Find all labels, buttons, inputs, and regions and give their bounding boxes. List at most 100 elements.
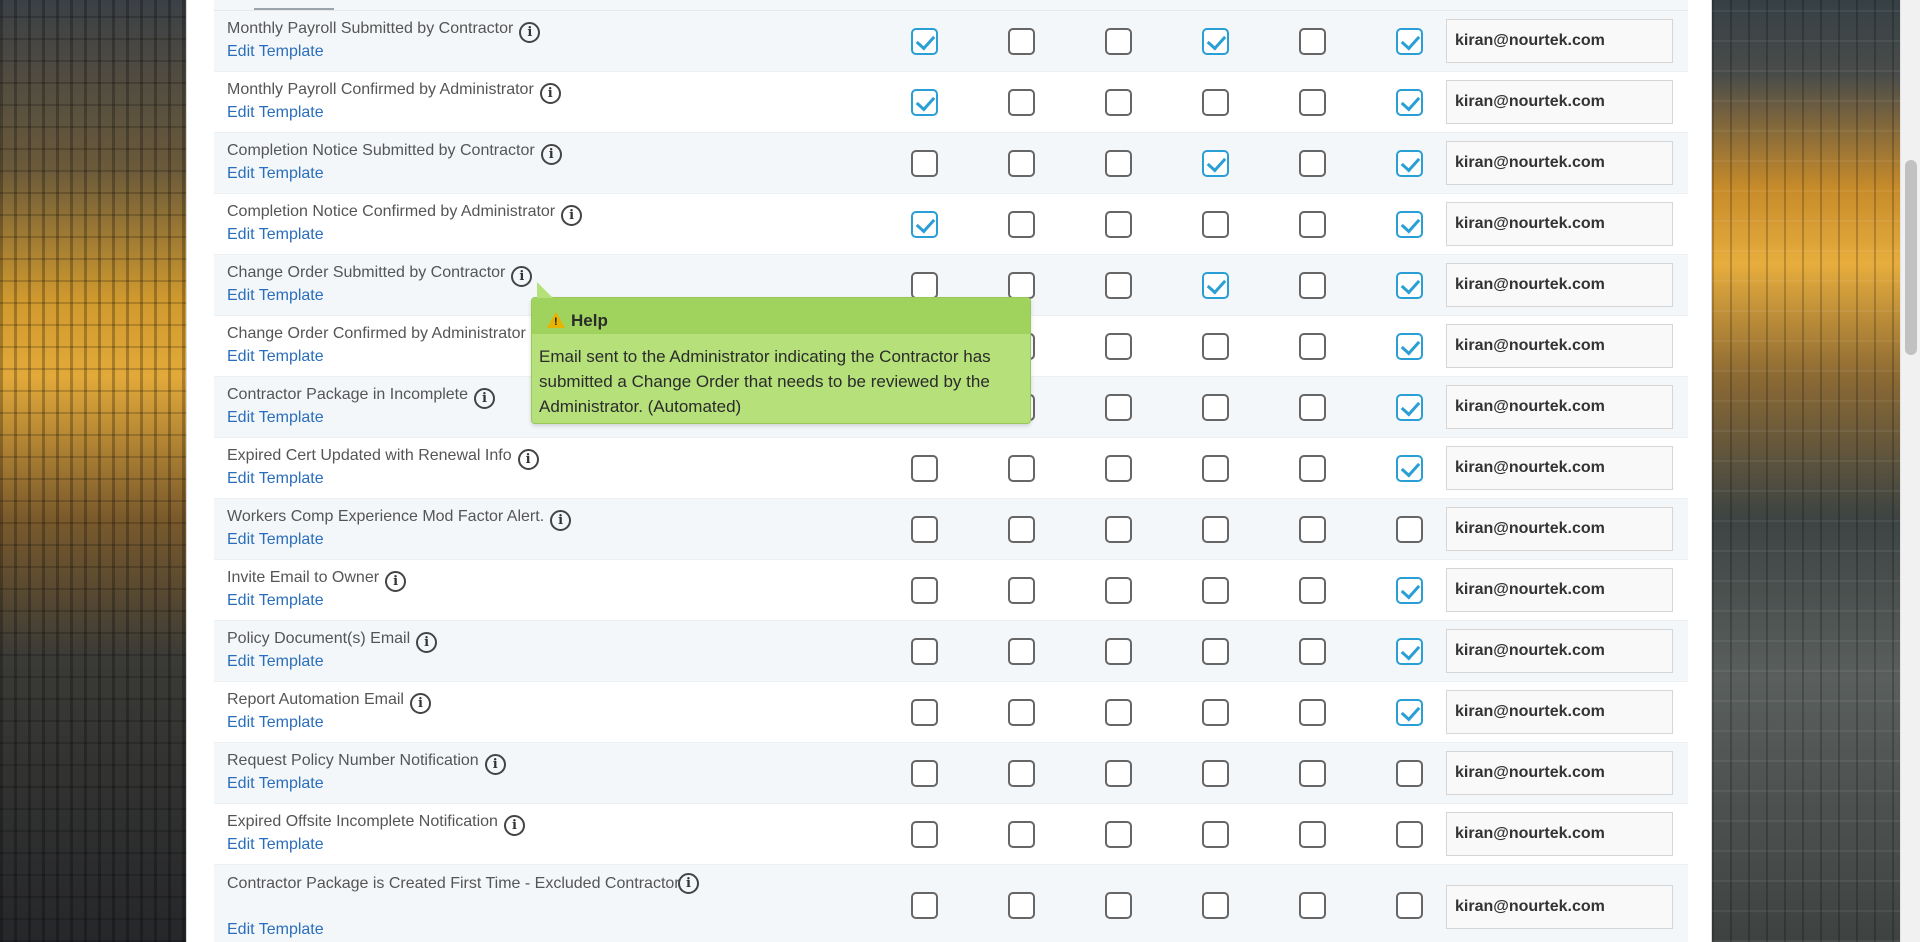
recipient-email-field[interactable]: kiran@nourtek.com — [1446, 812, 1673, 856]
notification-checkbox-4[interactable] — [1202, 394, 1229, 421]
notification-checkbox-2[interactable] — [1008, 89, 1035, 116]
recipient-email-field[interactable]: kiran@nourtek.com — [1446, 690, 1673, 734]
notification-checkbox-6[interactable] — [1396, 821, 1423, 848]
page-scrollbar[interactable] — [1900, 0, 1920, 942]
notification-checkbox-4[interactable] — [1202, 455, 1229, 482]
notification-checkbox-5[interactable] — [1299, 89, 1326, 116]
info-icon[interactable]: i — [385, 571, 407, 592]
recipient-email-field[interactable]: kiran@nourtek.com — [1446, 629, 1673, 673]
edit-template-link[interactable]: Edit Template — [227, 592, 324, 610]
notification-checkbox-1[interactable] — [911, 577, 938, 604]
info-icon[interactable]: i — [517, 449, 539, 470]
notification-checkbox-3[interactable] — [1105, 577, 1132, 604]
notification-checkbox-5[interactable] — [1299, 760, 1326, 787]
recipient-email-field[interactable]: kiran@nourtek.com — [1446, 751, 1673, 795]
notification-checkbox-3[interactable] — [1105, 638, 1132, 665]
notification-checkbox-5[interactable] — [1299, 638, 1326, 665]
notification-checkbox-1[interactable] — [911, 760, 938, 787]
notification-checkbox-4[interactable] — [1202, 892, 1229, 919]
edit-template-link[interactable]: Edit Template — [227, 921, 324, 939]
edit-template-link[interactable]: Edit Template — [227, 470, 324, 488]
edit-template-link[interactable]: Edit Template — [227, 409, 324, 427]
notification-checkbox-2[interactable] — [1008, 150, 1035, 177]
notification-checkbox-5[interactable] — [1299, 150, 1326, 177]
notification-checkbox-3[interactable] — [1105, 455, 1132, 482]
notification-checkbox-5[interactable] — [1299, 333, 1326, 360]
notification-checkbox-6[interactable] — [1396, 892, 1423, 919]
info-icon[interactable]: i — [519, 22, 541, 43]
notification-checkbox-3[interactable] — [1105, 272, 1132, 299]
recipient-email-field[interactable]: kiran@nourtek.com — [1446, 324, 1673, 368]
notification-checkbox-5[interactable] — [1299, 394, 1326, 421]
info-icon[interactable]: i — [409, 693, 431, 714]
edit-template-link[interactable]: Edit Template — [227, 287, 324, 305]
notification-checkbox-6[interactable] — [1396, 272, 1423, 299]
notification-checkbox-4[interactable] — [1202, 699, 1229, 726]
scrollbar-thumb[interactable] — [1905, 160, 1917, 355]
notification-checkbox-3[interactable] — [1105, 150, 1132, 177]
notification-checkbox-4[interactable] — [1202, 89, 1229, 116]
recipient-email-field[interactable]: kiran@nourtek.com — [1446, 141, 1673, 185]
notification-checkbox-6[interactable] — [1396, 455, 1423, 482]
info-icon[interactable]: i — [539, 83, 561, 104]
notification-checkbox-3[interactable] — [1105, 760, 1132, 787]
notification-checkbox-1[interactable] — [911, 455, 938, 482]
notification-checkbox-1[interactable] — [911, 638, 938, 665]
edit-template-link[interactable]: Edit Template — [227, 775, 324, 793]
notification-checkbox-5[interactable] — [1299, 892, 1326, 919]
edit-template-link[interactable]: Edit Template — [227, 226, 324, 244]
notification-checkbox-2[interactable] — [1008, 760, 1035, 787]
notification-checkbox-4[interactable] — [1202, 516, 1229, 543]
notification-checkbox-3[interactable] — [1105, 892, 1132, 919]
notification-checkbox-3[interactable] — [1105, 699, 1132, 726]
notification-checkbox-6[interactable] — [1396, 28, 1423, 55]
notification-checkbox-2[interactable] — [1008, 272, 1035, 299]
notification-checkbox-6[interactable] — [1396, 516, 1423, 543]
notification-checkbox-4[interactable] — [1202, 821, 1229, 848]
notification-checkbox-1[interactable] — [911, 150, 938, 177]
info-icon[interactable]: i — [550, 510, 572, 531]
notification-checkbox-5[interactable] — [1299, 821, 1326, 848]
info-icon[interactable]: i — [511, 266, 533, 287]
edit-template-link[interactable]: Edit Template — [227, 714, 324, 732]
notification-checkbox-3[interactable] — [1105, 28, 1132, 55]
info-icon[interactable]: i — [503, 815, 525, 836]
info-icon[interactable]: i — [561, 205, 583, 226]
edit-template-link[interactable]: Edit Template — [227, 165, 324, 183]
recipient-email-field[interactable]: kiran@nourtek.com — [1446, 507, 1673, 551]
notification-checkbox-5[interactable] — [1299, 211, 1326, 238]
notification-checkbox-1[interactable] — [911, 89, 938, 116]
notification-checkbox-6[interactable] — [1396, 89, 1423, 116]
notification-checkbox-6[interactable] — [1396, 394, 1423, 421]
notification-checkbox-2[interactable] — [1008, 455, 1035, 482]
notification-checkbox-3[interactable] — [1105, 516, 1132, 543]
notification-checkbox-4[interactable] — [1202, 211, 1229, 238]
notification-checkbox-4[interactable] — [1202, 272, 1229, 299]
edit-template-link[interactable]: Edit Template — [227, 348, 324, 366]
recipient-email-field[interactable]: kiran@nourtek.com — [1446, 19, 1673, 63]
info-icon[interactable]: i — [474, 388, 496, 409]
notification-checkbox-2[interactable] — [1008, 699, 1035, 726]
edit-template-link[interactable]: Edit Template — [227, 836, 324, 854]
notification-checkbox-2[interactable] — [1008, 577, 1035, 604]
notification-checkbox-5[interactable] — [1299, 28, 1326, 55]
notification-checkbox-5[interactable] — [1299, 516, 1326, 543]
notification-checkbox-6[interactable] — [1396, 699, 1423, 726]
notification-checkbox-2[interactable] — [1008, 28, 1035, 55]
info-icon[interactable]: i — [540, 144, 562, 165]
recipient-email-field[interactable]: kiran@nourtek.com — [1446, 202, 1673, 246]
notification-checkbox-2[interactable] — [1008, 516, 1035, 543]
notification-checkbox-4[interactable] — [1202, 333, 1229, 360]
notification-checkbox-2[interactable] — [1008, 638, 1035, 665]
recipient-email-field[interactable]: kiran@nourtek.com — [1446, 885, 1673, 929]
info-icon[interactable]: i — [484, 754, 506, 775]
recipient-email-field[interactable]: kiran@nourtek.com — [1446, 263, 1673, 307]
notification-checkbox-2[interactable] — [1008, 821, 1035, 848]
notification-checkbox-4[interactable] — [1202, 150, 1229, 177]
notification-checkbox-4[interactable] — [1202, 577, 1229, 604]
recipient-email-field[interactable]: kiran@nourtek.com — [1446, 568, 1673, 612]
notification-checkbox-3[interactable] — [1105, 211, 1132, 238]
notification-checkbox-5[interactable] — [1299, 455, 1326, 482]
notification-checkbox-6[interactable] — [1396, 577, 1423, 604]
notification-checkbox-4[interactable] — [1202, 638, 1229, 665]
